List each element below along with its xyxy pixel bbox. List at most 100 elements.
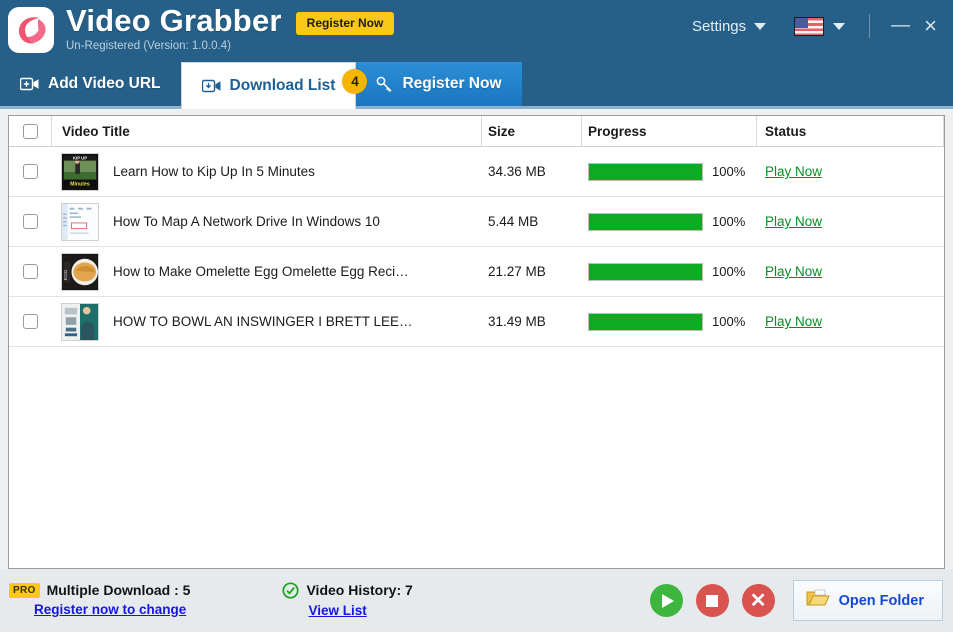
- row-title-cell: EGG How to Make Omelette Egg Omelette Eg…: [51, 252, 482, 291]
- action-buttons-group: ✕ Open Folder: [649, 580, 943, 621]
- table-row[interactable]: KIP UP Minutes Learn How to Kip Up In 5 …: [9, 147, 944, 197]
- tab-download-list[interactable]: Download List 4: [180, 62, 368, 109]
- progress-bar: [588, 212, 703, 231]
- view-list-link[interactable]: View List: [308, 603, 366, 618]
- close-x-icon: ✕: [749, 589, 767, 612]
- play-icon: [662, 593, 675, 608]
- row-status-cell: Play Now: [757, 164, 944, 179]
- row-check-cell: [9, 214, 51, 229]
- key-icon: [376, 76, 393, 93]
- progress-bar: [588, 312, 703, 331]
- video-history-label: Video History: 7: [306, 582, 413, 598]
- row-title: How to Make Omelette Egg Omelette Egg Re…: [113, 264, 409, 279]
- header-progress[interactable]: Progress: [581, 116, 756, 146]
- video-camera-plus-icon: [20, 77, 39, 91]
- folder-icon: [806, 588, 830, 613]
- video-history-block: Video History: 7 View List: [282, 581, 413, 620]
- multiple-download-label: Multiple Download : 5: [46, 582, 191, 598]
- network-drive-thumbnail: [61, 202, 99, 241]
- svg-text:EGG: EGG: [63, 269, 69, 280]
- row-checkbox[interactable]: [22, 164, 38, 179]
- us-flag-icon: [794, 16, 825, 36]
- kip-up-thumbnail: KIP UP Minutes: [61, 152, 99, 191]
- omelette-thumbnail: EGG: [61, 252, 99, 291]
- row-title-cell: HOW TO BOWL AN INSWINGER I BRETT LEE…: [51, 302, 482, 341]
- check-circle-icon: [282, 581, 300, 599]
- video-grabber-window: Video Grabber Un-Registered (Version: 1.…: [0, 0, 953, 632]
- row-status-cell: Play Now: [757, 314, 944, 329]
- start-download-button[interactable]: [649, 584, 683, 617]
- row-size: 34.36 MB: [488, 164, 546, 179]
- row-check-cell: [9, 264, 51, 279]
- row-checkbox[interactable]: [22, 214, 38, 229]
- progress-label: 100%: [712, 314, 746, 329]
- svg-text:KIP UP: KIP UP: [73, 155, 87, 160]
- select-all-cell: [9, 123, 51, 139]
- row-title: HOW TO BOWL AN INSWINGER I BRETT LEE…: [113, 314, 413, 329]
- cricket-thumbnail: [61, 302, 99, 341]
- play-now-link[interactable]: Play Now: [765, 214, 822, 229]
- header-status[interactable]: Status: [756, 116, 943, 146]
- row-checkbox[interactable]: [22, 264, 38, 279]
- title-bar: Video Grabber Un-Registered (Version: 1.…: [0, 0, 953, 62]
- multiple-download-block: PRO Multiple Download : 5 Register now t…: [9, 582, 190, 619]
- minimize-button[interactable]: —: [884, 16, 917, 36]
- app-title: Video Grabber: [66, 3, 282, 38]
- close-button[interactable]: ×: [917, 15, 937, 37]
- register-now-to-change-link[interactable]: Register now to change: [34, 602, 186, 617]
- tab-label: Download List: [229, 77, 336, 94]
- chevron-down-icon: [754, 22, 767, 30]
- row-size: 21.27 MB: [488, 264, 546, 279]
- stop-download-button[interactable]: [695, 584, 729, 617]
- download-list-table: Video Title Size Progress Status KIP UP …: [8, 115, 945, 569]
- tab-label: Register Now: [402, 75, 502, 92]
- logo-play-glyph: [19, 17, 46, 44]
- language-selector[interactable]: [794, 16, 846, 36]
- header-divider: [869, 14, 871, 38]
- header-video-title[interactable]: Video Title: [51, 116, 481, 146]
- svg-text:Minutes: Minutes: [70, 181, 90, 187]
- row-size: 5.44 MB: [488, 214, 539, 229]
- row-status-cell: Play Now: [757, 214, 944, 229]
- tab-add-video-url[interactable]: Add Video URL: [0, 62, 181, 106]
- stop-icon: [706, 594, 719, 607]
- row-checkbox[interactable]: [22, 314, 38, 329]
- open-folder-button[interactable]: Open Folder: [792, 580, 943, 621]
- row-title: Learn How to Kip Up In 5 Minutes: [113, 164, 315, 179]
- row-progress-cell: 100%: [582, 162, 757, 181]
- window-controls-group: Settings — ×: [686, 0, 953, 52]
- table-row[interactable]: HOW TO BOWL AN INSWINGER I BRETT LEE… 31…: [9, 297, 944, 347]
- tab-register-now[interactable]: Register Now: [356, 62, 522, 106]
- row-progress-cell: 100%: [582, 262, 757, 281]
- select-all-checkbox[interactable]: [22, 123, 38, 139]
- open-folder-label: Open Folder: [838, 592, 924, 609]
- chevron-down-icon: [833, 22, 846, 30]
- settings-button[interactable]: Settings: [686, 14, 772, 39]
- app-version: Un-Registered (Version: 1.0.0.4): [66, 40, 231, 52]
- table-row[interactable]: EGG How to Make Omelette Egg Omelette Eg…: [9, 247, 944, 297]
- video-camera-download-icon: [201, 79, 221, 93]
- delete-download-button[interactable]: ✕: [741, 584, 775, 617]
- progress-label: 100%: [712, 164, 746, 179]
- header-end-divider: [943, 116, 944, 146]
- pro-badge: PRO: [9, 582, 40, 598]
- table-header-row: Video Title Size Progress Status: [9, 116, 944, 147]
- table-row[interactable]: How To Map A Network Drive In Windows 10…: [9, 197, 944, 247]
- play-now-link[interactable]: Play Now: [765, 314, 822, 329]
- progress-label: 100%: [712, 264, 746, 279]
- header-size[interactable]: Size: [481, 116, 581, 146]
- table-body: KIP UP Minutes Learn How to Kip Up In 5 …: [9, 147, 944, 568]
- register-now-button[interactable]: Register Now: [295, 12, 395, 35]
- row-check-cell: [9, 164, 51, 179]
- row-check-cell: [9, 314, 51, 329]
- brand-block: Video Grabber Un-Registered (Version: 1.…: [66, 0, 282, 53]
- play-now-link[interactable]: Play Now: [765, 264, 822, 279]
- play-now-link[interactable]: Play Now: [765, 164, 822, 179]
- row-size: 31.49 MB: [488, 314, 546, 329]
- row-progress-cell: 100%: [582, 212, 757, 231]
- app-logo: [8, 7, 54, 53]
- row-title-cell: How To Map A Network Drive In Windows 10: [51, 202, 482, 241]
- progress-bar: [588, 162, 703, 181]
- status-bar: PRO Multiple Download : 5 Register now t…: [0, 569, 953, 632]
- progress-bar: [588, 262, 703, 281]
